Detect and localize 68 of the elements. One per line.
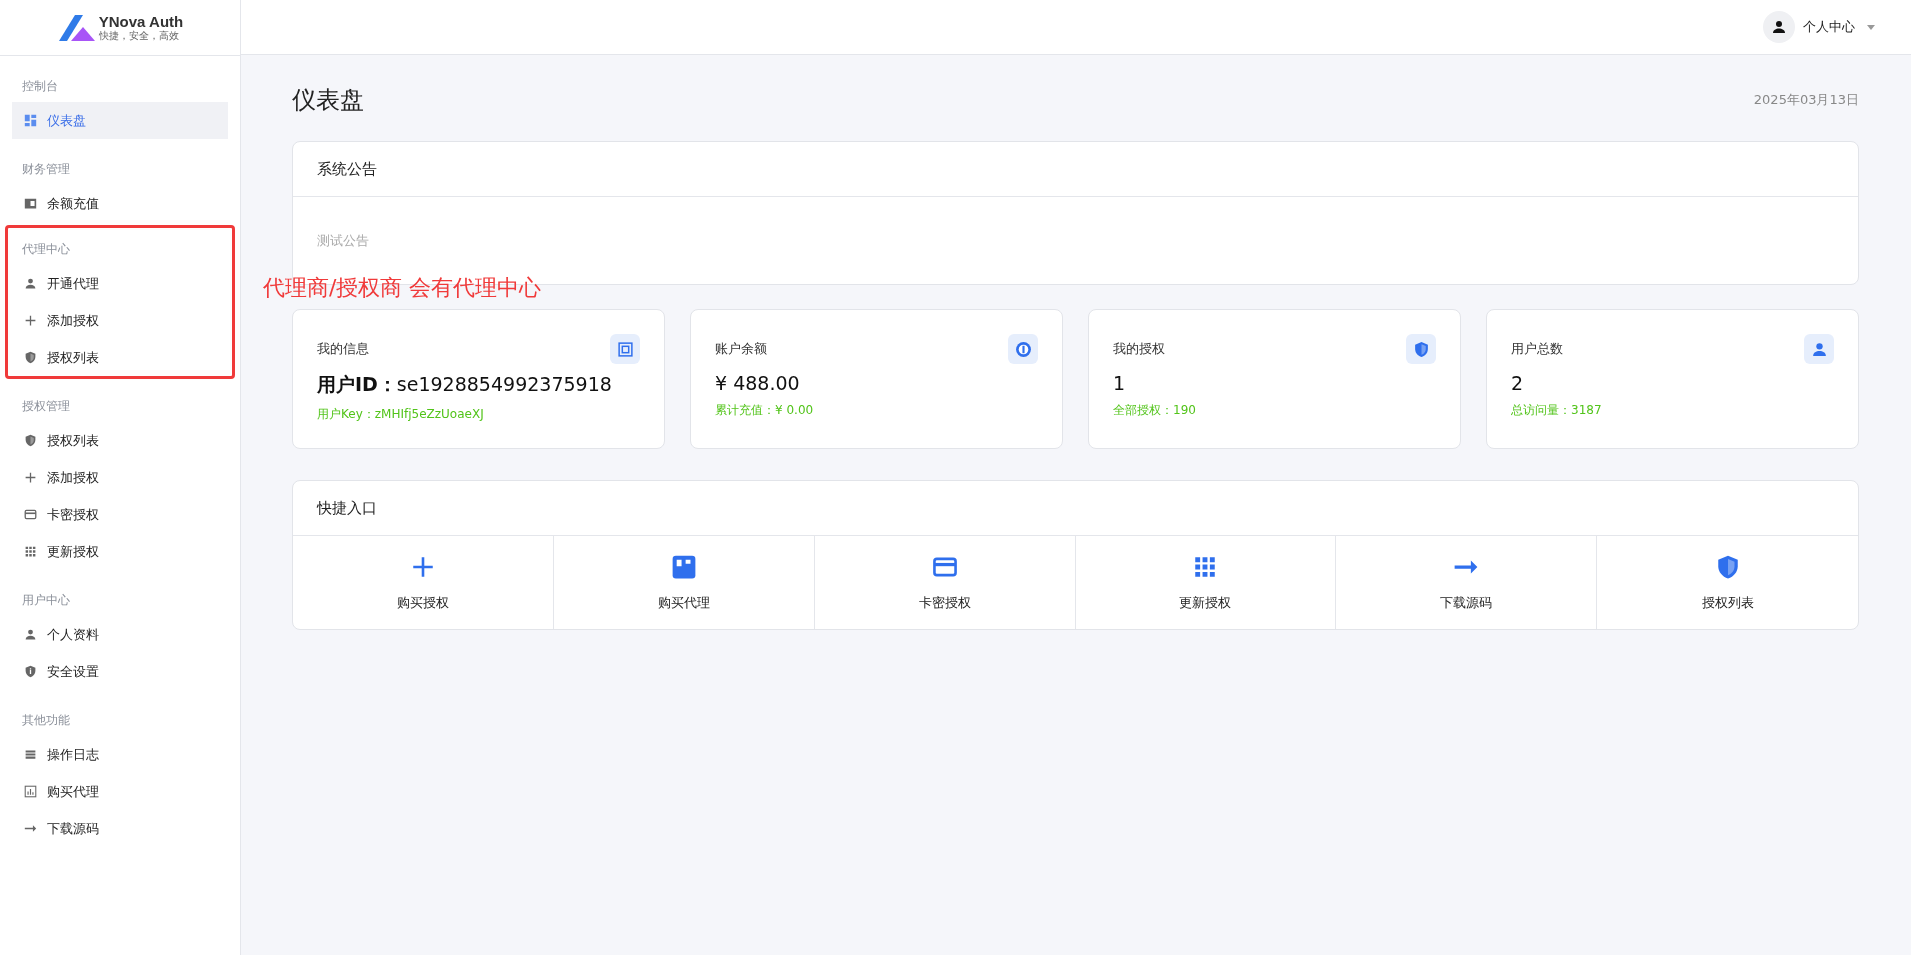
dashboard-icon <box>24 114 37 127</box>
stat-subtext: 用户Key：zMHIfj5eZzUoaeXJ <box>317 406 485 423</box>
sidebar-item[interactable]: 更新授权 <box>12 533 228 570</box>
stat-value: 1 <box>1113 372 1127 394</box>
logo-tagline: 快捷，安全，高效 <box>98 31 180 41</box>
sidebar-item[interactable]: 仪表盘 <box>12 102 228 139</box>
sidebar-item[interactable]: 授权列表 <box>12 422 228 459</box>
sidebar-item[interactable]: 个人资料 <box>12 616 228 653</box>
card-icon <box>24 508 37 521</box>
chart-icon <box>24 785 37 798</box>
shield-icon <box>24 351 37 364</box>
stat-label: 我的信息 <box>317 340 369 358</box>
sidebar-item[interactable]: 卡密授权 <box>12 496 228 533</box>
sidebar-group-label: 其他功能 <box>21 712 71 729</box>
sidebar-item[interactable]: 授权列表 <box>12 339 228 376</box>
quick-entry-button[interactable]: 更新授权 <box>1075 536 1337 629</box>
logo-name: YNova Auth <box>98 14 184 29</box>
announcement-text: 测试公告 <box>316 232 370 250</box>
person-icon <box>1810 340 1828 358</box>
stat-subtext: 全部授权：190 <box>1113 402 1197 419</box>
logo-icon <box>56 12 97 43</box>
sidebar-item[interactable]: 添加授权 <box>12 302 228 339</box>
sidebar-group-label: 代理中心 <box>21 241 71 258</box>
stat-label: 用户总数 <box>1511 340 1563 358</box>
annotation-text: 代理商/授权商 会有代理中心 <box>263 274 542 302</box>
shield-icon <box>24 665 37 678</box>
board-icon <box>670 553 697 580</box>
sidebar-group-label: 授权管理 <box>21 398 71 415</box>
card-title: 系统公告 <box>293 142 1858 197</box>
sidebar-group-label: 财务管理 <box>21 161 71 178</box>
quick-entry-button[interactable]: 购买代理 <box>553 536 815 629</box>
sidebar-group-label: 用户中心 <box>21 592 71 609</box>
frame-icon <box>616 340 634 358</box>
sidebar-item[interactable]: 购买代理 <box>12 773 228 810</box>
date-text: 2025年03月13日 <box>1753 91 1859 109</box>
sidebar-item[interactable]: 余额充值 <box>12 185 228 222</box>
stat-label: 账户余额 <box>715 340 767 358</box>
shield-icon <box>1412 340 1430 358</box>
sidebar-item[interactable]: 开通代理 <box>12 265 228 302</box>
stat-subtext: 总访问量：3187 <box>1511 402 1603 419</box>
person-icon <box>24 277 37 290</box>
shield-icon <box>24 434 37 447</box>
stat-label: 我的授权 <box>1113 340 1165 358</box>
stat-subtext: 累计充值：¥ 0.00 <box>715 402 815 419</box>
stat-value: ¥ 488.00 <box>715 372 801 394</box>
sidebar-item[interactable]: 添加授权 <box>12 459 228 496</box>
page-title: 仪表盘 <box>292 85 364 116</box>
stat-value: 2 <box>1511 372 1525 394</box>
user-menu[interactable]: 个人中心 <box>1763 11 1875 43</box>
card-title: 快捷入口 <box>293 481 1858 536</box>
stat-value: 用户ID：se1928854992375918 <box>317 372 613 397</box>
avatar <box>1763 11 1795 43</box>
quick-entry-button[interactable]: 授权列表 <box>1597 536 1858 629</box>
sidebar-group-label: 控制台 <box>21 78 59 95</box>
plus-icon <box>24 471 37 484</box>
coin-icon <box>1014 340 1032 358</box>
sidebar-item[interactable]: 下载源码 <box>12 810 228 847</box>
quick-entry-button[interactable]: 购买授权 <box>293 536 554 629</box>
quick-entry-button[interactable]: 卡密授权 <box>814 536 1076 629</box>
sidebar-item[interactable]: 安全设置 <box>12 653 228 690</box>
wallet-icon <box>24 197 37 210</box>
plus-icon <box>24 314 37 327</box>
sidebar-item[interactable]: 操作日志 <box>12 736 228 773</box>
caret-icon <box>1867 24 1875 30</box>
person-icon <box>24 628 37 641</box>
quick-entry-button[interactable]: 下载源码 <box>1336 536 1598 629</box>
grid-icon <box>24 545 37 558</box>
list-icon <box>24 748 37 761</box>
